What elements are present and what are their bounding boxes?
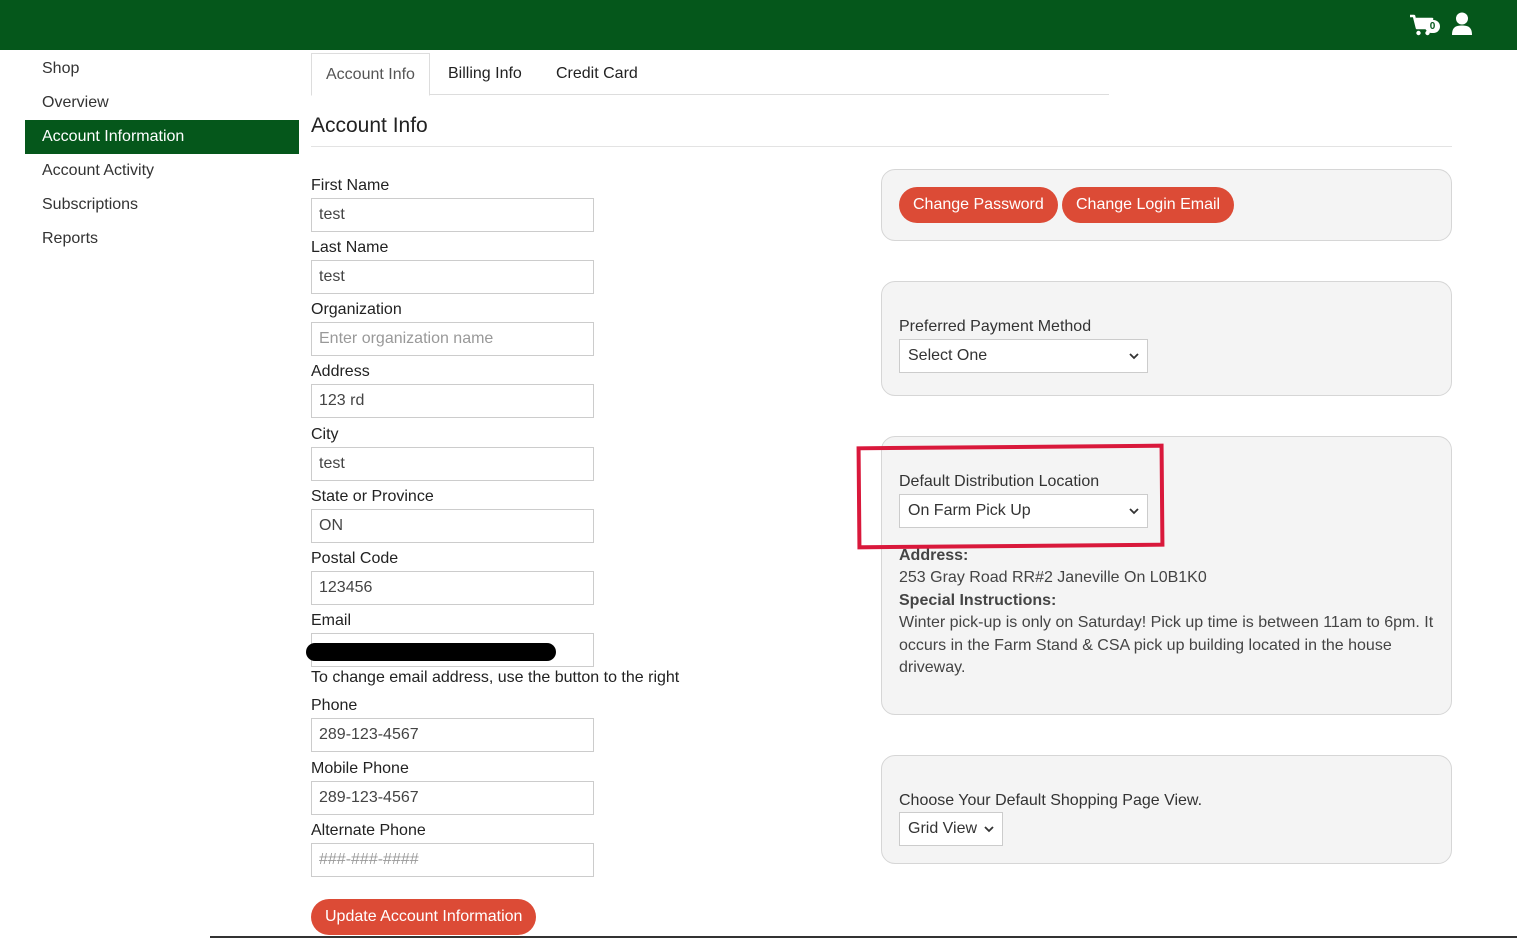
shopping-cart-icon[interactable]: 0 (1409, 13, 1441, 39)
last-name-field[interactable] (311, 260, 594, 294)
user-icon[interactable] (1451, 12, 1473, 36)
special-instructions-heading: Special Instructions: (899, 592, 1057, 609)
address-heading: Address: (899, 547, 969, 564)
title-divider (311, 146, 1452, 147)
shopping-view-panel: Choose Your Default Shopping Page View. … (881, 755, 1452, 864)
state-field[interactable] (311, 509, 594, 543)
phone-label: Phone (311, 697, 358, 714)
first-name-field[interactable] (311, 198, 594, 232)
tab-account-info[interactable]: Account Info (311, 53, 430, 96)
sidebar-nav: Shop Overview Account Information Accoun… (25, 52, 299, 256)
chevron-down-icon (1129, 353, 1139, 360)
first-name-label: First Name (311, 177, 390, 194)
redaction-bar (306, 643, 556, 661)
address-label: Address (311, 363, 370, 380)
sidebar-item-subscriptions[interactable]: Subscriptions (25, 188, 299, 222)
account-actions-panel: Change Password Change Login Email (881, 169, 1452, 241)
chevron-down-icon (984, 826, 994, 833)
highlight-annotation-box (856, 443, 1165, 550)
sidebar-item-shop[interactable]: Shop (25, 52, 299, 86)
change-login-email-button[interactable]: Change Login Email (1062, 187, 1235, 223)
tab-billing-info[interactable]: Billing Info (434, 53, 536, 95)
pickup-address: 253 Gray Road RR#2 Janeville On L0B1K0 (899, 569, 1207, 586)
tab-bar: Account Info Billing Info Credit Card (311, 53, 1109, 96)
sidebar-item-reports[interactable]: Reports (25, 222, 299, 256)
shopping-view-select[interactable]: Grid View (899, 812, 1003, 846)
postal-code-label: Postal Code (311, 550, 399, 567)
organization-field[interactable] (311, 322, 594, 356)
payment-method-label: Preferred Payment Method (899, 318, 1092, 335)
user-glyph (1452, 12, 1472, 35)
address-field[interactable] (311, 384, 594, 418)
top-navbar: 0 (0, 0, 1517, 50)
email-help-text: To change email address, use the button … (311, 669, 680, 686)
organization-label: Organization (311, 301, 402, 318)
payment-method-select[interactable]: Select One (899, 339, 1148, 373)
sidebar-item-overview[interactable]: Overview (25, 86, 299, 120)
alternate-phone-field[interactable] (311, 843, 594, 877)
payment-method-value: Select One (908, 347, 988, 364)
shopping-view-label: Choose Your Default Shopping Page View. (899, 792, 1203, 809)
payment-method-panel: Preferred Payment Method Select One (881, 281, 1452, 396)
city-label: City (311, 426, 339, 443)
change-password-button[interactable]: Change Password (899, 187, 1058, 223)
city-field[interactable] (311, 447, 594, 481)
sidebar-item-account-activity[interactable]: Account Activity (25, 154, 299, 188)
alternate-phone-label: Alternate Phone (311, 822, 426, 839)
tab-credit-card[interactable]: Credit Card (542, 53, 652, 95)
sidebar-item-account-information[interactable]: Account Information (25, 120, 299, 154)
state-label: State or Province (311, 488, 434, 505)
last-name-label: Last Name (311, 239, 389, 256)
page-title: Account Info (311, 114, 428, 137)
shopping-view-value: Grid View (908, 820, 978, 837)
mobile-phone-field[interactable] (311, 781, 594, 815)
postal-code-field[interactable] (311, 571, 594, 605)
special-instructions-text: Winter pick-up is only on Saturday! Pick… (899, 614, 1434, 676)
update-account-button[interactable]: Update Account Information (311, 899, 537, 935)
mobile-phone-label: Mobile Phone (311, 760, 409, 777)
cart-count-badge: 0 (1425, 20, 1440, 33)
email-label: Email (311, 612, 352, 629)
phone-field[interactable] (311, 718, 594, 752)
